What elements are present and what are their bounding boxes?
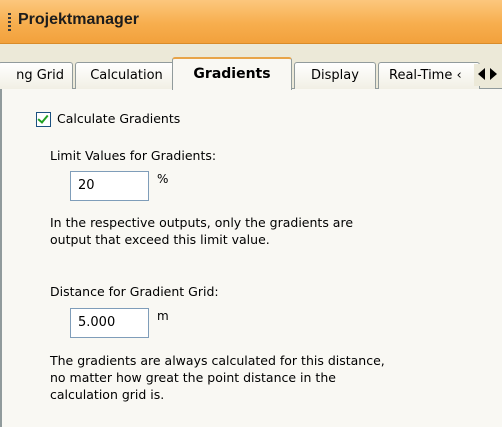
limit-help-line: In the respective outputs, only the grad…	[50, 215, 354, 230]
calculate-gradients-checkbox[interactable]	[36, 112, 51, 127]
limit-unit-label: %	[157, 172, 169, 186]
tab-calculation[interactable]: Calculation	[75, 62, 178, 89]
scroll-left-icon[interactable]	[478, 68, 485, 80]
tab-gradients[interactable]: Gradients	[172, 57, 292, 90]
tab-display[interactable]: Display	[294, 62, 376, 89]
distance-unit-label: m	[157, 309, 169, 323]
distance-help-line: The gradients are always calculated for …	[50, 353, 385, 368]
grip-icon[interactable]	[8, 13, 11, 31]
calculate-gradients-label: Calculate Gradients	[57, 111, 181, 126]
distance-label: Distance for Gradient Grid:	[50, 284, 219, 299]
limit-help-line: output that exceed this limit value.	[50, 232, 270, 247]
tab-grid[interactable]: ng Grid	[0, 62, 73, 89]
limit-help-text: In the respective outputs, only the grad…	[50, 214, 353, 248]
scroll-right-icon[interactable]	[490, 68, 497, 80]
tab-real-time[interactable]: Real-Time ‹	[378, 62, 480, 89]
window-title: Projektmanager	[18, 11, 139, 28]
tab-scroll-buttons	[474, 64, 502, 86]
distance-value-input[interactable]: 5.000	[70, 308, 149, 338]
distance-help-text: The gradients are always calculated for …	[50, 352, 385, 403]
title-bar: Projektmanager	[0, 0, 502, 44]
checkmark-icon	[37, 112, 49, 124]
limit-values-label: Limit Values for Gradients:	[50, 148, 217, 163]
limit-value-input[interactable]: 20	[70, 171, 149, 201]
distance-help-line: no matter how great the point distance i…	[50, 370, 336, 385]
distance-help-line: calculation grid is.	[50, 387, 165, 402]
